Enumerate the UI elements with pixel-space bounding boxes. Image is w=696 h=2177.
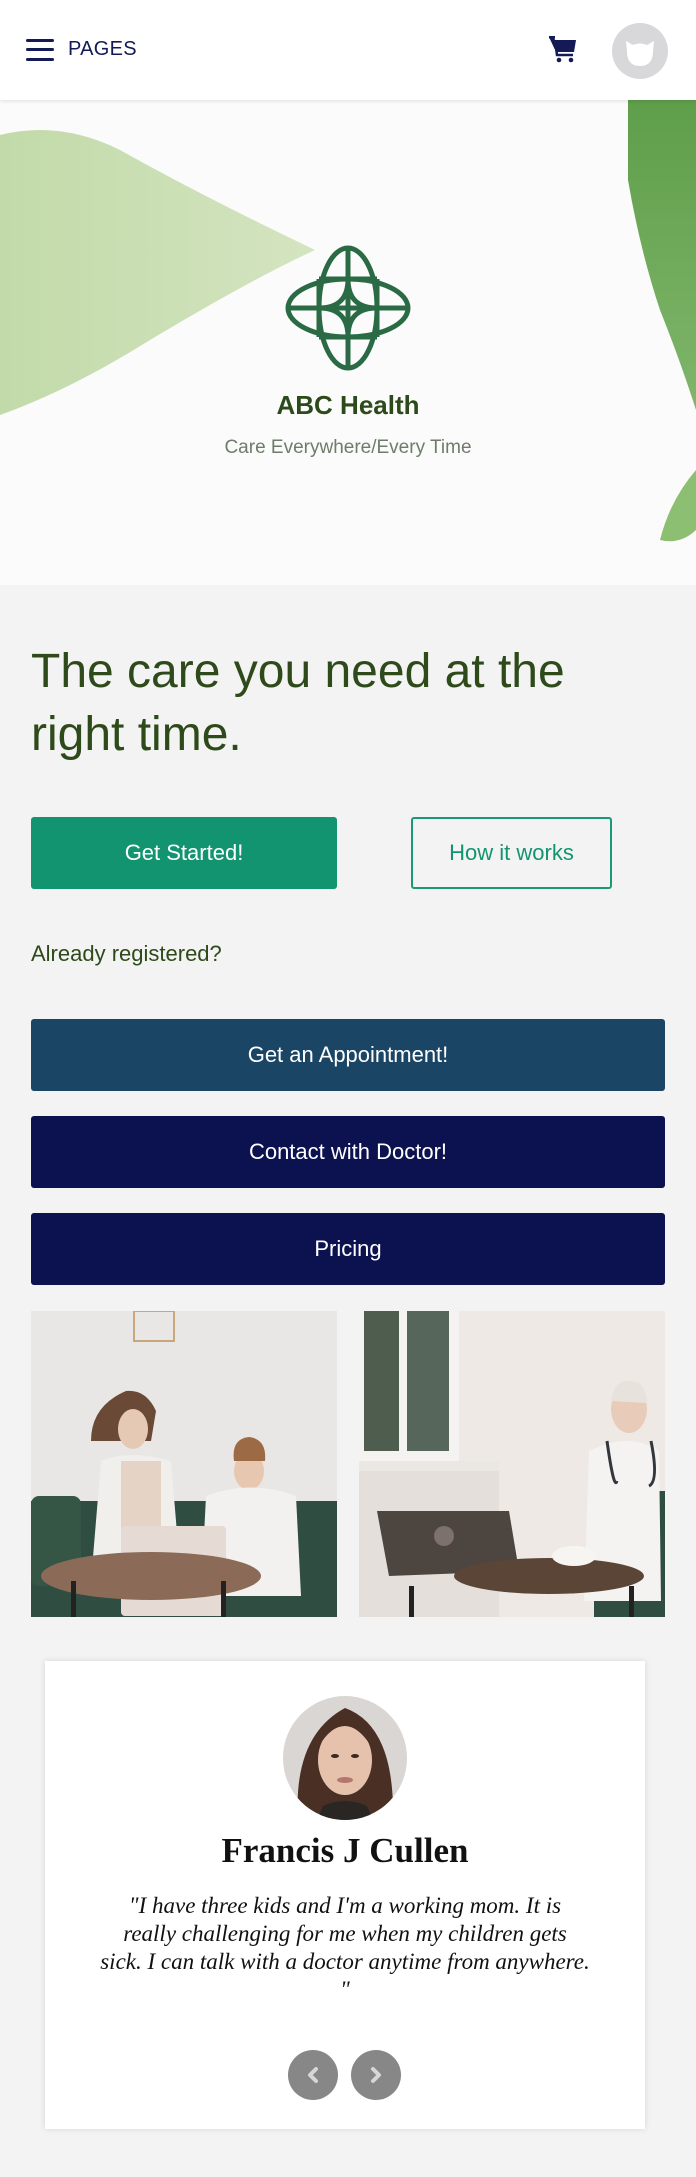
photo-mother-child-telehealth [31, 1311, 337, 1617]
testimonial-prev-button[interactable] [288, 2050, 338, 2100]
customer-portrait-image [283, 1696, 407, 1820]
shopping-cart-icon[interactable] [548, 33, 578, 65]
mother-child-image [31, 1311, 337, 1617]
top-navigation-bar: PAGES [0, 0, 696, 100]
get-appointment-button[interactable]: Get an Appointment! [31, 1019, 665, 1091]
doctor-laptop-image [359, 1311, 665, 1617]
chevron-right-icon [371, 2067, 381, 2083]
testimonial-quote: "I have three kids and I'm a working mom… [100, 1893, 590, 2002]
page-headline: The care you need at the right time. [31, 645, 565, 761]
pricing-button[interactable]: Pricing [31, 1213, 665, 1285]
hamburger-icon [26, 38, 54, 61]
photo-doctor-telehealth [359, 1311, 665, 1617]
cat-avatar-icon [626, 41, 654, 66]
how-it-works-button[interactable]: How it works [411, 817, 612, 889]
brand-name: ABC Health [276, 390, 420, 420]
testimonial-card: Francis J Cullen "I have three kids and … [45, 1661, 645, 2129]
hero-banner: ABC Health Care Everywhere/Every Time [0, 100, 696, 585]
user-avatar[interactable] [612, 23, 668, 79]
pages-menu-button[interactable]: PAGES [26, 38, 137, 61]
brand-tagline: Care Everywhere/Every Time [224, 437, 472, 458]
already-registered-link[interactable]: Already registered? [31, 941, 222, 967]
contact-doctor-button[interactable]: Contact with Doctor! [31, 1116, 665, 1188]
testimonial-next-button[interactable] [351, 2050, 401, 2100]
pages-menu-label: PAGES [68, 38, 137, 60]
chevron-left-icon [308, 2067, 318, 2083]
abc-health-logo-icon [285, 245, 411, 371]
testimonial-avatar [283, 1696, 407, 1820]
testimonial-name: Francis J Cullen [221, 1831, 469, 1870]
get-started-button[interactable]: Get Started! [31, 817, 337, 889]
